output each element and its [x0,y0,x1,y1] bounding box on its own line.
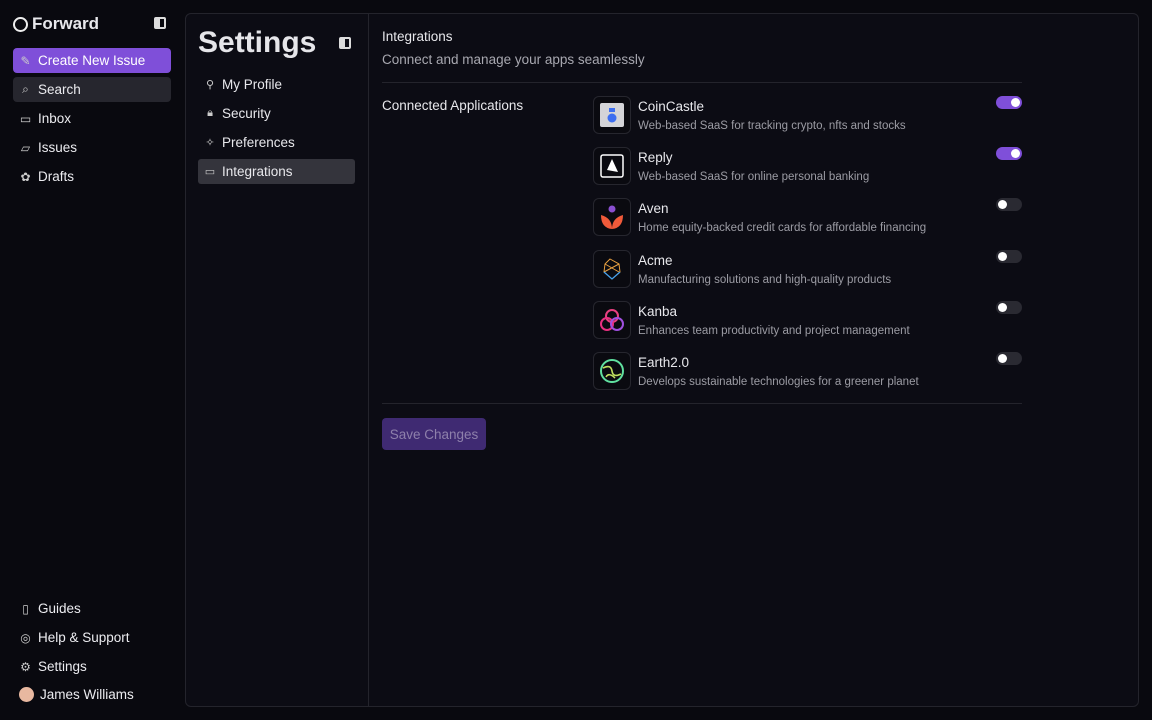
sidebar-item-guides[interactable]: ▯ Guides [13,596,171,621]
section-subtitle: Connect and manage your apps seamlessly [382,52,645,67]
label: Inbox [38,111,72,126]
app-toggle[interactable] [996,249,1022,263]
reply-logo-icon [593,147,631,186]
avatar [19,687,34,702]
toggle-knob [998,302,1007,312]
app-description: Web-based SaaS for tracking crypto, nfts… [638,120,906,132]
app-row: Acme Manufacturing solutions and high-qu… [593,249,1022,294]
app-toggle[interactable] [996,352,1022,365]
label: Drafts [38,169,75,184]
toggle-knob [1011,98,1020,107]
user-icon: ⚲ [205,79,215,91]
user-name: James Williams [40,687,134,702]
app-name: Acme [638,252,673,268]
label: Integrations [222,164,293,179]
toggle-sidebar-icon[interactable] [154,17,166,29]
sidebar-item-settings[interactable]: ⚙ Settings [13,654,171,679]
app-row: Kanba Enhances team productivity and pro… [593,300,1022,345]
toggle-knob [998,251,1007,261]
label: My Profile [222,77,283,92]
app-description: Web-based SaaS for online personal banki… [638,171,870,184]
section-title: Integrations [382,29,453,44]
app-name: Reply [638,150,673,166]
gear-icon: ⚙ [20,659,31,674]
settings-panel: Settings ⚲ My Profile 🔒︎ Security ✧ Prefere… [185,13,1139,707]
toggle-knob [1011,149,1020,159]
app-description: Develops sustainable technologies for a … [638,376,919,388]
label: Help & Support [38,630,130,645]
monitor-icon: ▭ [204,166,216,178]
app-toggle[interactable] [996,300,1022,314]
inbox-icon: ▭ [19,111,32,126]
label: Create New Issue [38,53,146,68]
tab-my-profile[interactable]: ⚲ My Profile [198,72,355,97]
brain-icon: ✿ [20,169,31,184]
divider [382,82,1022,83]
app-description: Enhances team productivity and project m… [638,324,910,337]
label: Guides [38,601,81,616]
label: Issues [38,140,78,155]
sidebar-item-help[interactable]: ◎ Help & Support [13,625,171,650]
app-row: Reply Web-based SaaS for online personal… [593,147,1022,191]
sparkles-icon: ✧ [205,137,215,149]
app-row: Aven Home equity-backed credit cards for… [593,198,1022,242]
brand-name: Forward [32,14,100,33]
app-description: Manufacturing solutions and high-quality… [638,273,892,286]
acme-logo-icon [593,249,631,288]
connected-apps-label: Connected Applications [382,98,524,113]
app-toggle[interactable] [996,96,1022,109]
user-profile[interactable]: James Williams [13,682,171,707]
app-toggle[interactable] [996,147,1022,161]
tab-preferences[interactable]: ✧ Preferences [198,130,355,155]
app-name: CoinCastle [638,99,705,114]
app-name: Aven [638,201,669,217]
app-row: CoinCastle Web-based SaaS for tracking c… [593,96,1022,140]
sidebar-item-drafts[interactable]: ✿ Drafts [13,164,171,189]
search-button[interactable]: ⌕ Search [13,77,171,102]
toggle-knob [998,354,1007,363]
app-row: Earth2.0 Develops sustainable technologi… [593,352,1022,396]
save-changes-button[interactable]: Save Changes [382,418,486,450]
label: Preferences [222,135,295,150]
label: Settings [38,659,87,674]
sidebar-item-issues[interactable]: ▱ Issues [13,135,171,160]
app-toggle[interactable] [996,198,1022,212]
toggle-knob [998,200,1007,210]
sidebar: Forward ✎ Create New Issue ⌕ Search ▭ Inbox… [0,0,184,720]
lock-icon: 🔒︎ [207,107,213,119]
app-description: Home equity-backed credit cards for affo… [638,222,927,235]
tab-integrations[interactable]: ▭ Integrations [198,159,355,184]
aven-logo-icon [593,198,631,237]
coincastle-logo-icon [593,96,631,134]
logo-icon [13,16,28,32]
app-name: Earth2.0 [638,355,690,370]
tab-security[interactable]: 🔒︎ Security [198,101,355,126]
toggle-settings-nav-icon[interactable] [339,37,351,49]
earth20-logo-icon [593,352,631,390]
app-name: Kanba [638,303,678,319]
settings-nav: Settings ⚲ My Profile 🔒︎ Security ✧ Prefere… [186,14,369,706]
create-new-issue-button[interactable]: ✎ Create New Issue [13,48,171,73]
search-icon: ⌕ [22,82,29,96]
lifebuoy-icon: ◎ [20,630,31,645]
folder-icon: ▱ [20,140,31,155]
file-icon: ▯ [22,601,29,616]
label: Security [222,106,271,121]
pencil-icon: ✎ [20,53,31,68]
brand[interactable]: Forward [13,14,99,34]
page-title: Settings [198,26,317,59]
kanba-logo-icon [593,300,631,339]
divider [382,403,1022,404]
sidebar-item-inbox[interactable]: ▭ Inbox [13,106,171,131]
label: Search [38,82,81,97]
